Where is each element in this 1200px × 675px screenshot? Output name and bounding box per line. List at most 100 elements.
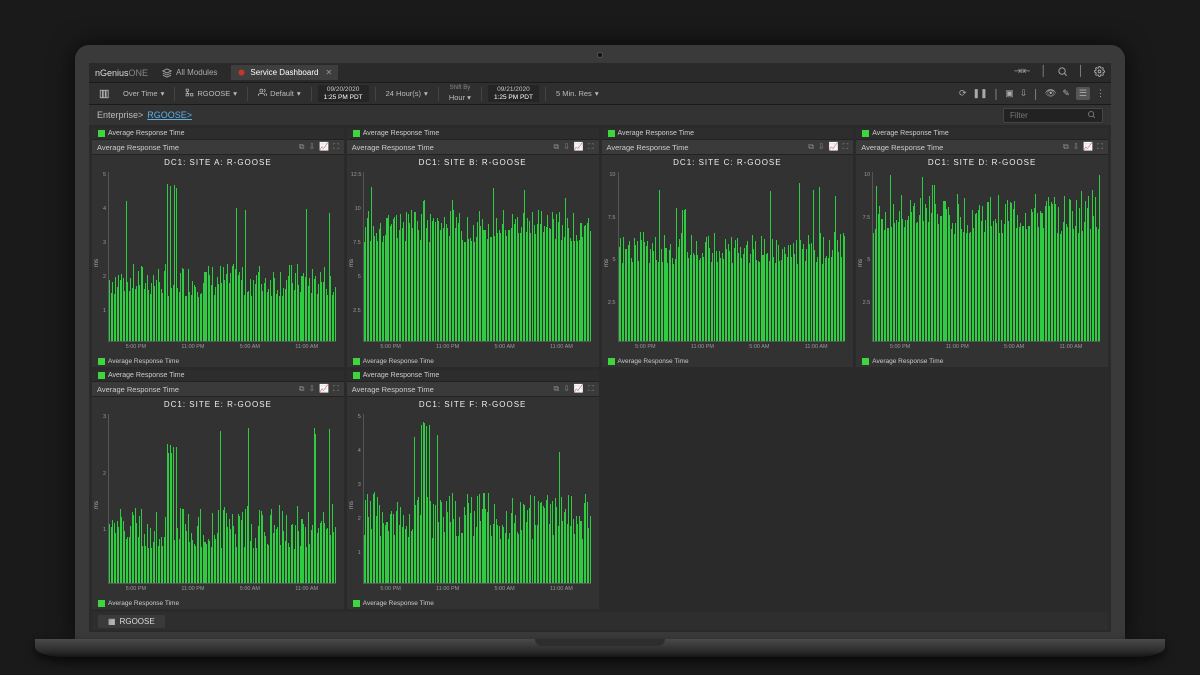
bar-chart[interactable]: 2.557.5105:00 PM11:00 PM5:00 AM11:00 AM xyxy=(870,172,1102,354)
panel-download-icon[interactable]: ⇩ xyxy=(308,142,315,152)
chart-grid: Average Response TimeAverage Response Ti… xyxy=(92,128,1108,609)
panel-title: DC1: SITE B: R-GOOSE xyxy=(347,155,599,170)
end-date: 09/21/2020 xyxy=(494,86,533,94)
legend-label: Average Response Time xyxy=(872,130,949,137)
panel-header-label: Average Response Time xyxy=(607,143,689,152)
panel-legend-top: Average Response Time xyxy=(347,128,599,139)
toolbar-right-icons: ⟳ ❚❚ │ ▣ ⇩ │ 👁 ✎ ☰ ⋮ xyxy=(959,87,1105,100)
close-icon[interactable]: ✕ xyxy=(325,68,332,77)
duration-dropdown[interactable]: 24 Hour(s) ▾ xyxy=(382,89,432,98)
over-time-dropdown[interactable]: Over Time ▾ xyxy=(119,89,168,98)
panel-header-label: Average Response Time xyxy=(352,385,434,394)
tab-service-dashboard[interactable]: Service Dashboard ✕ xyxy=(231,65,338,80)
bar-chart[interactable]: 123455:00 PM11:00 PM5:00 AM11:00 AM xyxy=(361,414,593,596)
y-ticks: 2.557.510 xyxy=(606,172,616,342)
panel-expand-icon[interactable]: ⛶ xyxy=(333,142,339,152)
bar-chart[interactable]: 2.557.5105:00 PM11:00 PM5:00 AM11:00 AM xyxy=(616,172,848,354)
tab-all-modules[interactable]: All Modules xyxy=(156,65,223,81)
panel-download-icon[interactable]: ⇩ xyxy=(1073,142,1080,152)
panel-chart-icon[interactable]: 📈 xyxy=(574,384,584,394)
panel-header-label: Average Response Time xyxy=(97,385,179,394)
legend-label: Average Response Time xyxy=(108,600,179,607)
search-icon xyxy=(1087,110,1096,121)
chart-wrap: ms2.557.51012.55:00 PM11:00 PM5:00 AM11:… xyxy=(347,170,599,356)
panel-chart-icon[interactable]: 📈 xyxy=(1083,142,1093,152)
panel-chart-icon[interactable]: 📈 xyxy=(829,142,839,152)
panel-expand-icon[interactable]: ⛶ xyxy=(588,142,594,152)
panel-copy-icon[interactable]: ⧉ xyxy=(808,142,814,152)
panel-copy-icon[interactable]: ⧉ xyxy=(299,384,305,394)
legend-dot xyxy=(353,358,360,365)
brand-logo: nGeniusONE xyxy=(95,68,148,78)
panel-expand-icon[interactable]: ⛶ xyxy=(843,142,849,152)
shift-by-dropdown[interactable]: Shift By Hour ▾ xyxy=(445,85,475,102)
panel-expand-icon[interactable]: ⛶ xyxy=(588,384,594,394)
view-icon[interactable]: 👁 xyxy=(1045,88,1056,99)
toolbar: Over Time ▾ RGOOSE ▾ Default ▾ xyxy=(89,83,1111,105)
entity-dropdown[interactable]: RGOOSE ▾ xyxy=(181,88,241,99)
chart-panel: Average Response Time Average Response Ti… xyxy=(602,128,854,367)
panel-header: Average Response Time⧉⇩📈⛶ xyxy=(856,139,1108,155)
brand-name: nGenius xyxy=(95,68,129,78)
start-datetime[interactable]: 09/20/2020 1:25 PM PDT xyxy=(318,85,369,103)
camera-dot xyxy=(597,52,603,58)
panel-header: Average Response Time ⧉⇩ 📈 ⛶ xyxy=(347,139,599,155)
default-dropdown[interactable]: Default ▾ xyxy=(254,88,305,99)
list-icon[interactable]: ☰ xyxy=(1076,87,1090,100)
bar-chart[interactable]: 123455:00 PM11:00 PM5:00 AM11:00 AM xyxy=(106,172,338,354)
filter-input[interactable]: Filter xyxy=(1003,108,1103,123)
end-time: 1:25 PM PDT xyxy=(494,94,533,102)
panel-expand-icon[interactable]: ⛶ xyxy=(333,384,339,394)
panel-header-label: Average Response Time xyxy=(97,143,179,152)
bar-chart[interactable]: 2.557.51012.55:00 PM11:00 PM5:00 AM11:00… xyxy=(361,172,593,354)
collapse-icon[interactable]: ⇥⇤ xyxy=(1014,66,1031,80)
columns-icon[interactable] xyxy=(95,89,113,99)
bars-container xyxy=(108,172,336,342)
panel-download-icon[interactable]: ⇩ xyxy=(308,384,315,394)
legend-dot xyxy=(98,372,105,379)
panel-download-icon[interactable]: ⇩ xyxy=(563,142,570,152)
more-icon[interactable]: ⋮ xyxy=(1096,88,1105,99)
y-ticks: 2.557.510 xyxy=(860,172,870,342)
panel-legend-bottom: Average Response Time xyxy=(856,356,1108,367)
panel-chart-icon[interactable]: 📈 xyxy=(319,384,329,394)
legend-dot xyxy=(98,130,105,137)
panel-copy-icon[interactable]: ⧉ xyxy=(554,142,560,152)
dashboard-grid-area: Average Response TimeAverage Response Ti… xyxy=(89,125,1111,632)
download-icon[interactable]: ⇩ xyxy=(1020,88,1028,99)
panel-copy-icon[interactable]: ⧉ xyxy=(554,384,560,394)
top-tab-bar: nGeniusONE All Modules Service Dashboard… xyxy=(89,63,1111,83)
panel-expand-icon[interactable]: ⛶ xyxy=(1097,142,1103,152)
footer-tab-rgoose[interactable]: ▦ RGOOSE xyxy=(98,615,165,628)
export-icon[interactable]: ▣ xyxy=(1005,88,1014,99)
grid-icon: ▦ xyxy=(108,617,116,626)
filter-placeholder: Filter xyxy=(1010,111,1028,120)
legend-label: Average Response Time xyxy=(363,372,440,379)
gear-icon[interactable] xyxy=(1094,66,1105,80)
panel-copy-icon[interactable]: ⧉ xyxy=(1063,142,1069,152)
panel-download-icon[interactable]: ⇩ xyxy=(818,142,825,152)
top-right-icons: ⇥⇤ │ │ xyxy=(1014,66,1105,80)
resolution-dropdown[interactable]: 5 Min. Res ▾ xyxy=(552,89,603,98)
search-icon[interactable] xyxy=(1057,66,1068,80)
panel-header-label: Average Response Time xyxy=(352,143,434,152)
legend-dot xyxy=(98,358,105,365)
entity-label: RGOOSE xyxy=(197,89,230,98)
chevron-down-icon: ▾ xyxy=(233,89,237,98)
bars-container xyxy=(108,414,336,584)
panel-chart-icon[interactable]: 📈 xyxy=(574,142,584,152)
bars-container xyxy=(618,172,846,342)
panel-legend-bottom: Average Response Time xyxy=(92,598,344,609)
chart-panel: Average Response Time Average Response Ti… xyxy=(856,128,1108,367)
panel-copy-icon[interactable]: ⧉ xyxy=(299,142,305,152)
panel-chart-icon[interactable]: 📈 xyxy=(319,142,329,152)
breadcrumb-link[interactable]: RGOOSE> xyxy=(147,110,192,120)
bar-chart[interactable]: 1235:00 PM11:00 PM5:00 AM11:00 AM xyxy=(106,414,338,596)
refresh-icon[interactable]: ⟳ xyxy=(959,88,967,99)
panel-legend-top: Average Response Time xyxy=(602,128,854,139)
end-datetime[interactable]: 09/21/2020 1:25 PM PDT xyxy=(488,85,539,103)
panel-download-icon[interactable]: ⇩ xyxy=(563,384,570,394)
edit-icon[interactable]: ✎ xyxy=(1062,88,1070,99)
pause-icon[interactable]: ❚❚ xyxy=(973,88,988,99)
legend-label: Average Response Time xyxy=(363,130,440,137)
